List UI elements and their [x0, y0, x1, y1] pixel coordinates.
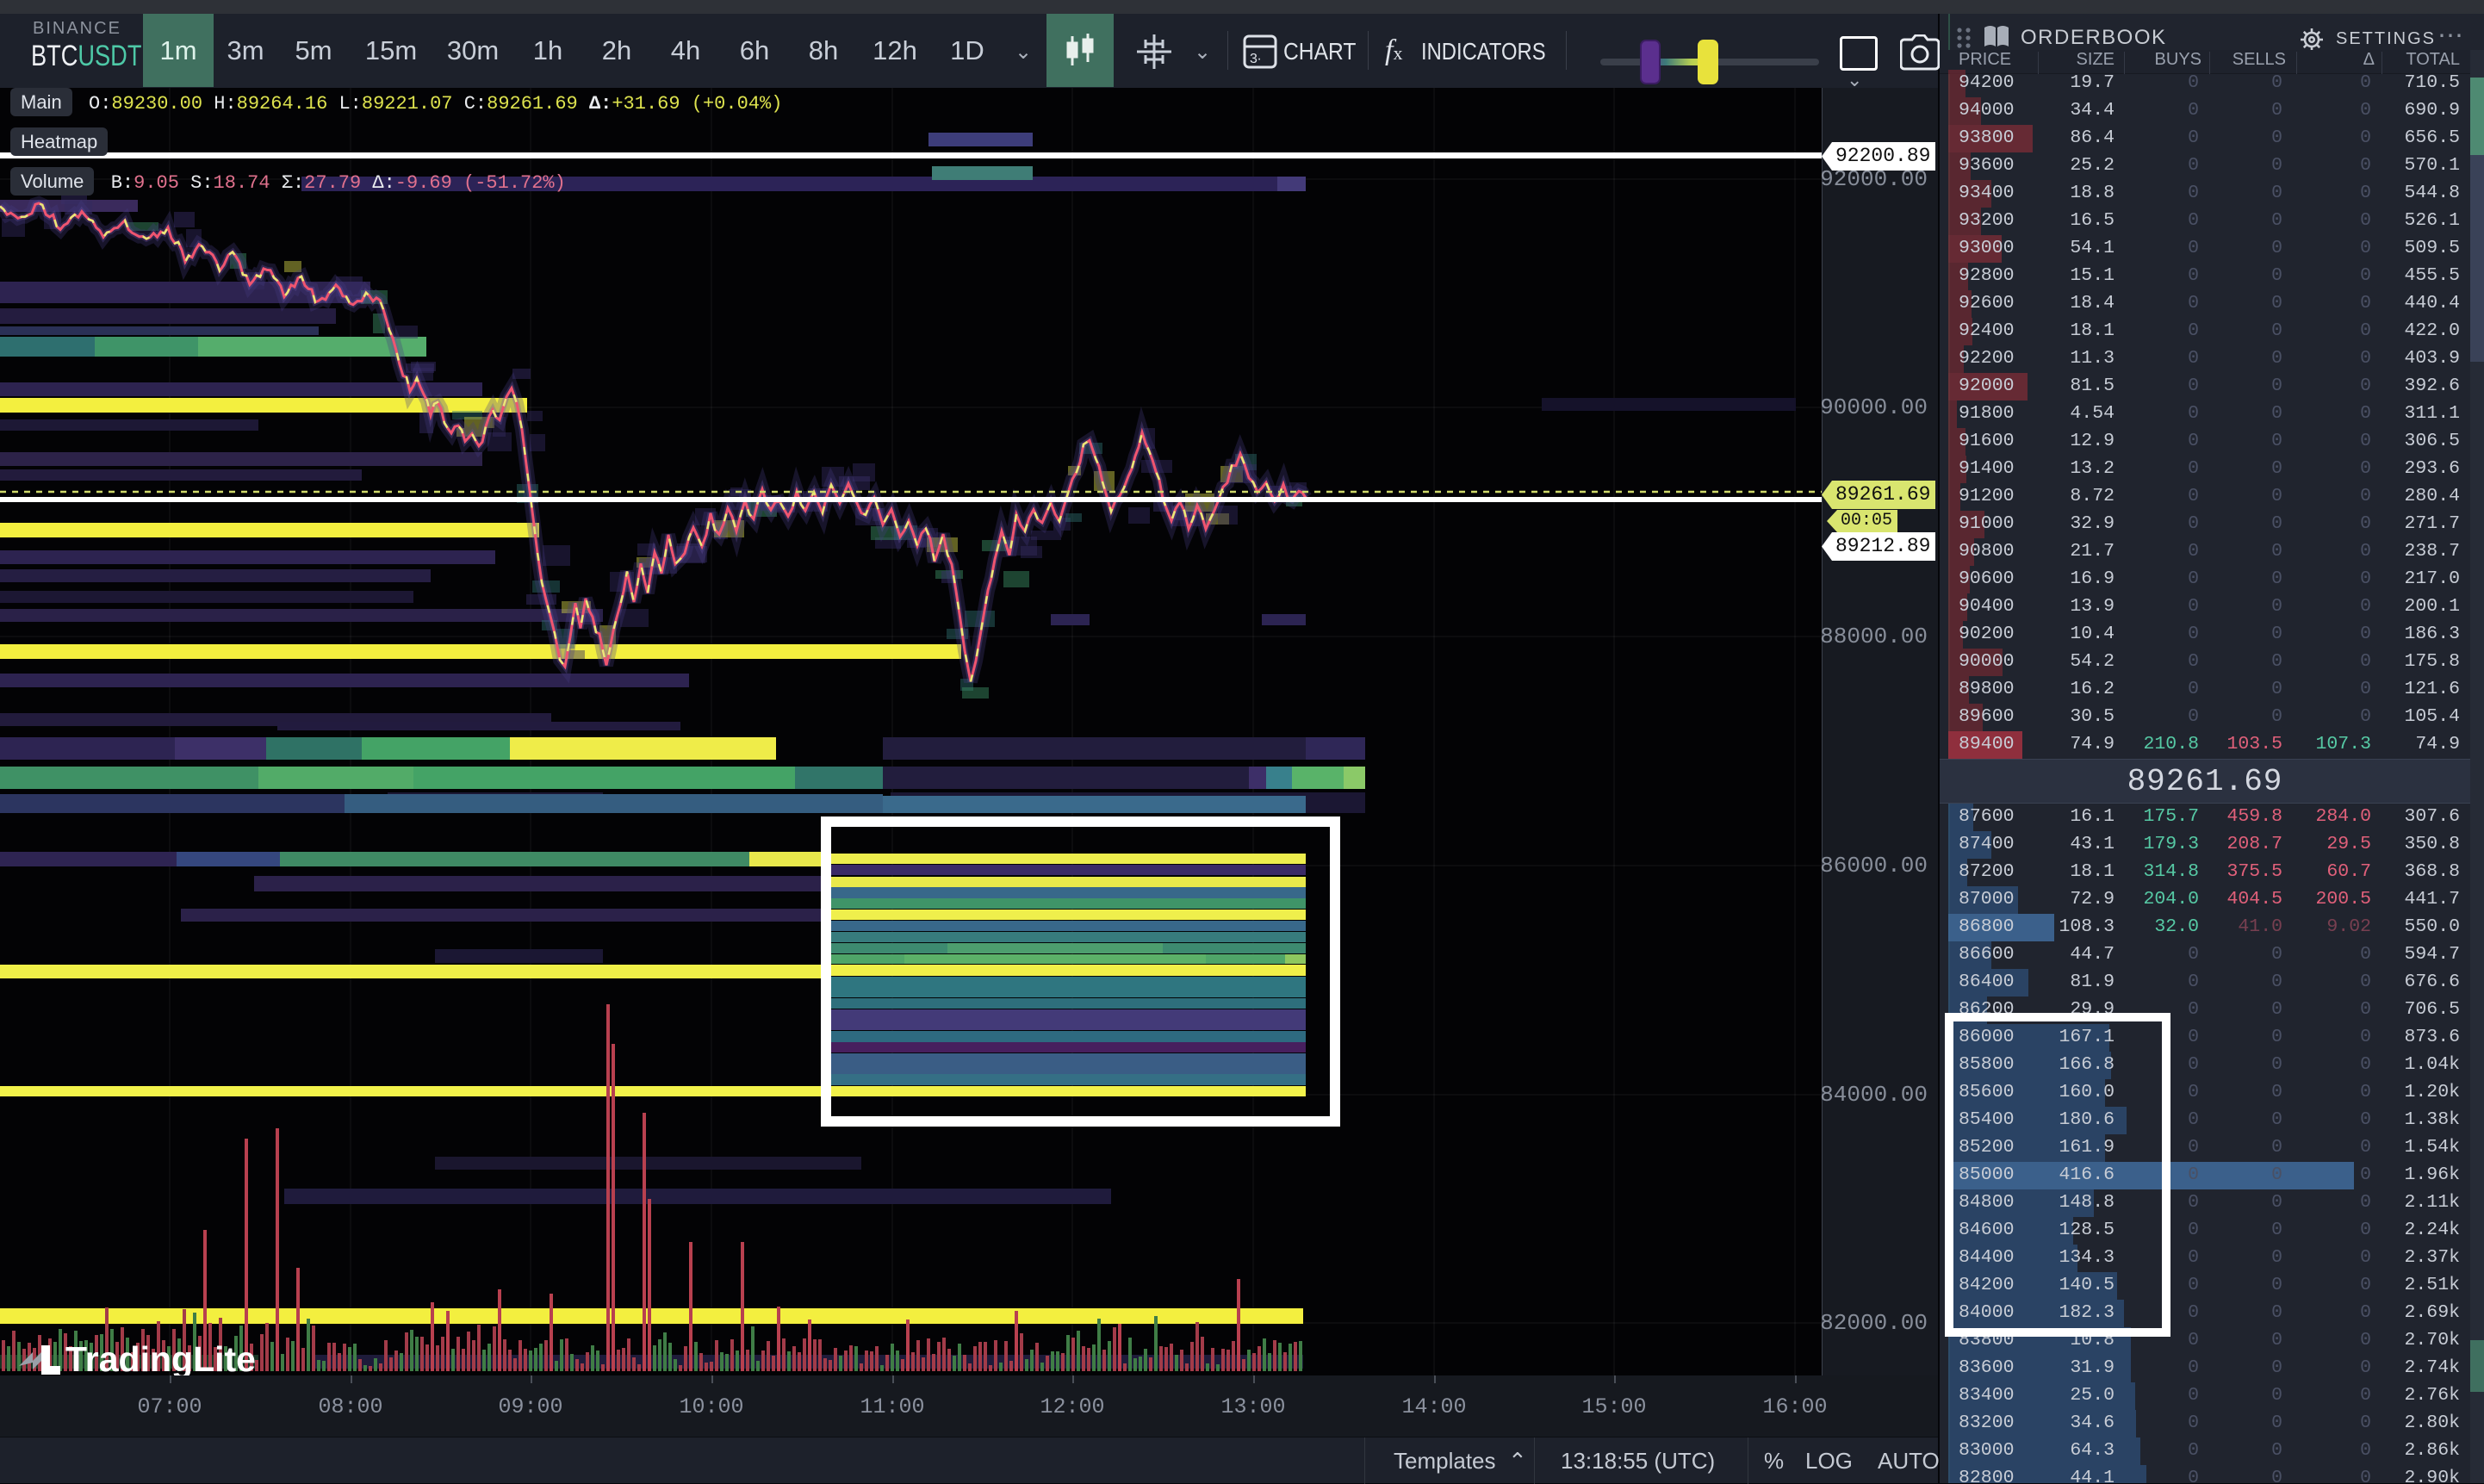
- svg-text:3∙: 3∙: [1250, 52, 1261, 66]
